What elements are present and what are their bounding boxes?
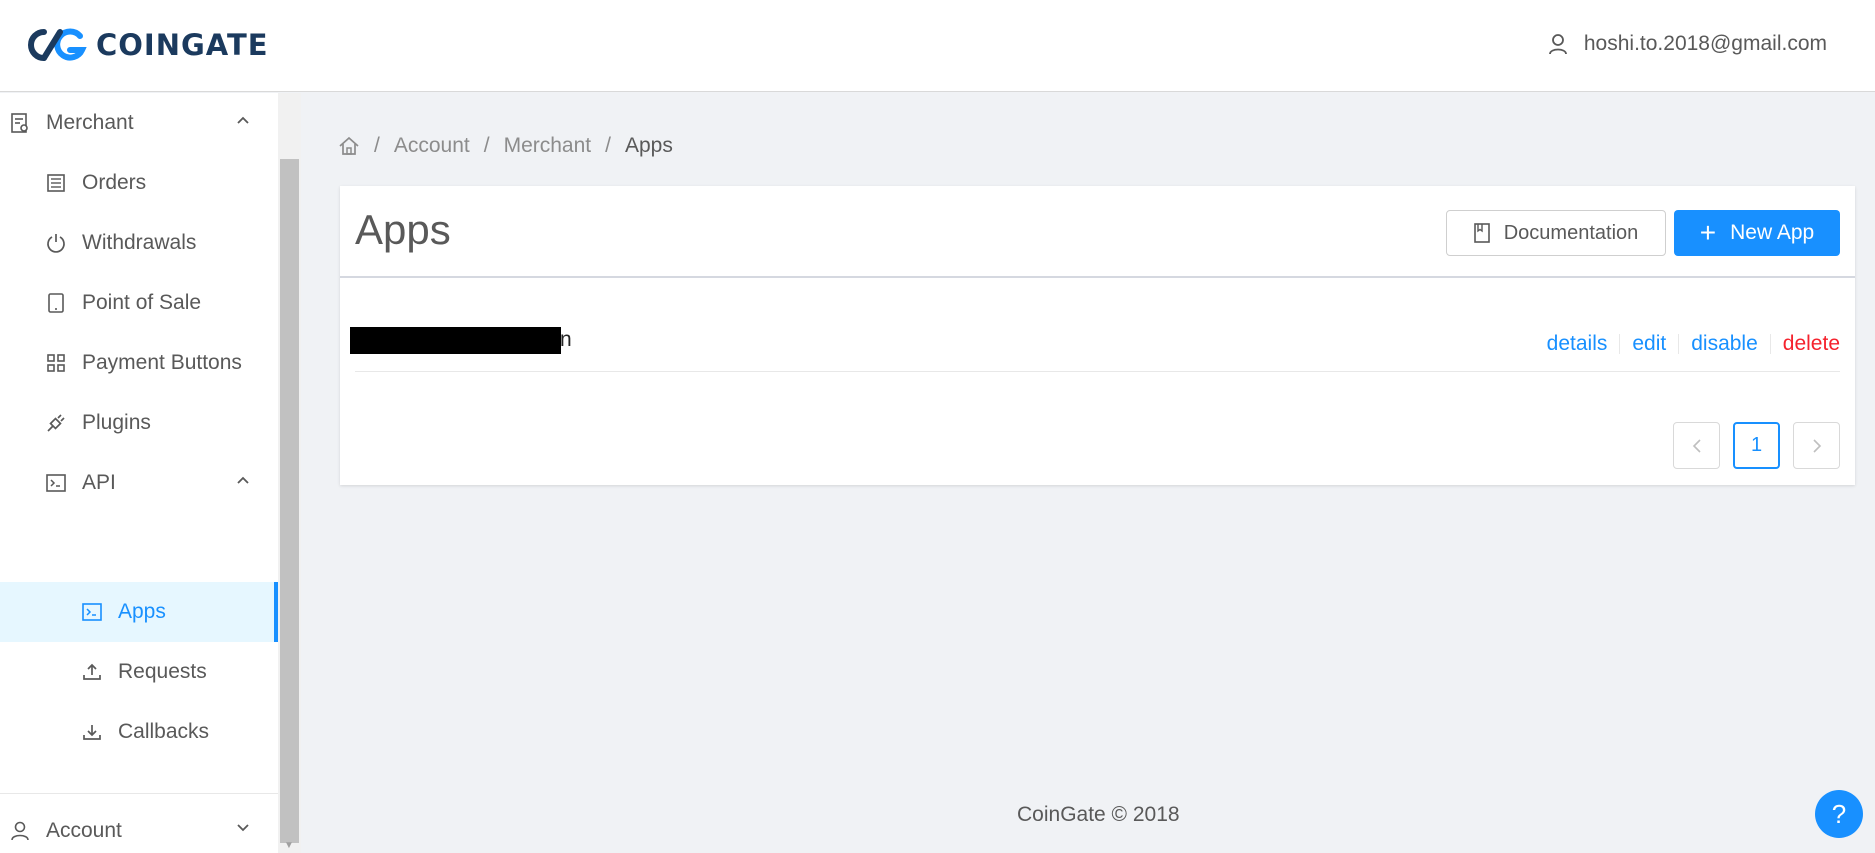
tablet-icon	[46, 293, 66, 313]
book-icon	[1473, 223, 1490, 243]
chevron-up-icon	[237, 116, 249, 124]
coingate-logo[interactable]: COINGATE	[22, 28, 269, 62]
sidebar-item-label: Callbacks	[118, 720, 210, 743]
action-divider	[1619, 334, 1621, 354]
breadcrumb-separator: /	[483, 134, 490, 157]
scrollbar-thumb[interactable]	[280, 159, 299, 843]
chevron-left-icon	[1692, 438, 1701, 453]
sidebar-item-label: Payment Buttons	[82, 351, 242, 374]
app-name: n	[560, 328, 572, 351]
sidebar-item-apps-selected[interactable]: Apps	[0, 582, 278, 642]
sidebar-item-payment-buttons[interactable]: Payment Buttons	[0, 333, 278, 393]
sidebar-item-point-of-sale[interactable]: Point of Sale	[0, 273, 278, 333]
user-menu[interactable]: hoshi.to.2018@gmail.com	[1548, 32, 1827, 56]
sidebar-item-label: API	[82, 471, 116, 494]
table-row: n details edit disable delete	[350, 284, 1840, 372]
sidebar: Merchant Orders Withdrawals Point of Sal…	[0, 93, 278, 853]
breadcrumb-apps: Apps	[624, 134, 673, 157]
sidebar-item-account[interactable]: Account	[0, 801, 278, 853]
disable-link[interactable]: disable	[1691, 332, 1758, 356]
scroll-down-arrow-icon[interactable]: ▼	[284, 840, 294, 851]
sidebar-item-orders[interactable]: Orders	[0, 153, 278, 213]
apps-card: Apps Documentation + New App n details e…	[340, 186, 1855, 485]
breadcrumb-merchant[interactable]: Merchant	[504, 134, 592, 158]
card-header: Apps Documentation + New App	[340, 186, 1855, 278]
brand-name: COINGATE	[96, 28, 269, 62]
breadcrumb-separator: /	[605, 134, 611, 157]
footer-copyright: CoinGate © 2018	[1017, 803, 1180, 826]
sidebar-item-callbacks[interactable]: Callbacks	[0, 702, 278, 762]
page-1-button[interactable]: 1	[1733, 422, 1780, 469]
sidebar-item-label: Orders	[82, 171, 147, 194]
merchant-icon	[10, 113, 30, 133]
download-icon	[82, 722, 102, 742]
user-email: hoshi.to.2018@gmail.com	[1583, 32, 1827, 55]
documentation-button[interactable]: Documentation	[1446, 210, 1666, 256]
next-page-button[interactable]	[1793, 422, 1840, 469]
sidebar-item-label: Plugins	[82, 411, 151, 434]
plus-icon: +	[1699, 217, 1717, 248]
sidebar-item-requests[interactable]: Requests	[0, 642, 278, 702]
sidebar-item-label: Requests	[118, 660, 207, 683]
sidebar-scrollbar[interactable]: ▼	[278, 93, 301, 853]
user-icon	[1548, 34, 1567, 55]
prev-page-button[interactable]	[1673, 422, 1720, 469]
plug-icon	[46, 413, 66, 433]
terminal-icon	[46, 473, 66, 493]
sidebar-item-label: Merchant	[46, 111, 134, 134]
new-app-button[interactable]: + New App	[1674, 210, 1840, 256]
user-icon	[10, 821, 30, 841]
documentation-label: Documentation	[1503, 221, 1639, 244]
sidebar-item-withdrawals[interactable]: Withdrawals	[0, 213, 278, 273]
pagination: 1	[1660, 422, 1840, 469]
breadcrumb-separator: /	[374, 134, 380, 157]
orders-icon	[46, 173, 66, 193]
action-divider	[1678, 334, 1680, 354]
sidebar-item-label: Point of Sale	[82, 291, 202, 314]
details-link[interactable]: details	[1547, 332, 1608, 356]
breadcrumb-account[interactable]: Account	[394, 134, 470, 158]
sidebar-item-plugins[interactable]: Plugins	[0, 393, 278, 453]
sidebar-item-label: Account	[46, 819, 122, 842]
coingate-logo-icon	[28, 28, 87, 61]
sidebar-divider	[0, 793, 278, 794]
help-button[interactable]: ?	[1815, 790, 1863, 838]
new-app-label: New App	[1730, 221, 1815, 244]
top-header: COINGATE hoshi.to.2018@gmail.com	[0, 0, 1875, 92]
delete-link[interactable]: delete	[1783, 332, 1840, 356]
breadcrumb: / Account / Merchant / Apps	[338, 134, 673, 158]
chevron-up-icon	[237, 476, 249, 484]
page-title: Apps	[355, 206, 451, 253]
sidebar-item-merchant[interactable]: Merchant	[0, 93, 278, 153]
chevron-right-icon	[1812, 438, 1821, 453]
sidebar-item-label: Withdrawals	[82, 231, 197, 254]
grid-icon	[46, 353, 66, 373]
power-icon	[46, 233, 66, 253]
sidebar-item-label: Apps	[118, 600, 166, 623]
redacted-app-name	[350, 327, 561, 354]
terminal-icon	[82, 602, 102, 622]
action-divider	[1769, 334, 1771, 354]
sidebar-item-api[interactable]: API	[0, 453, 278, 513]
edit-link[interactable]: edit	[1632, 332, 1666, 356]
row-actions: details edit disable delete	[1547, 332, 1840, 356]
upload-icon	[82, 662, 102, 682]
home-icon[interactable]	[338, 136, 360, 156]
chevron-down-icon	[237, 824, 249, 832]
